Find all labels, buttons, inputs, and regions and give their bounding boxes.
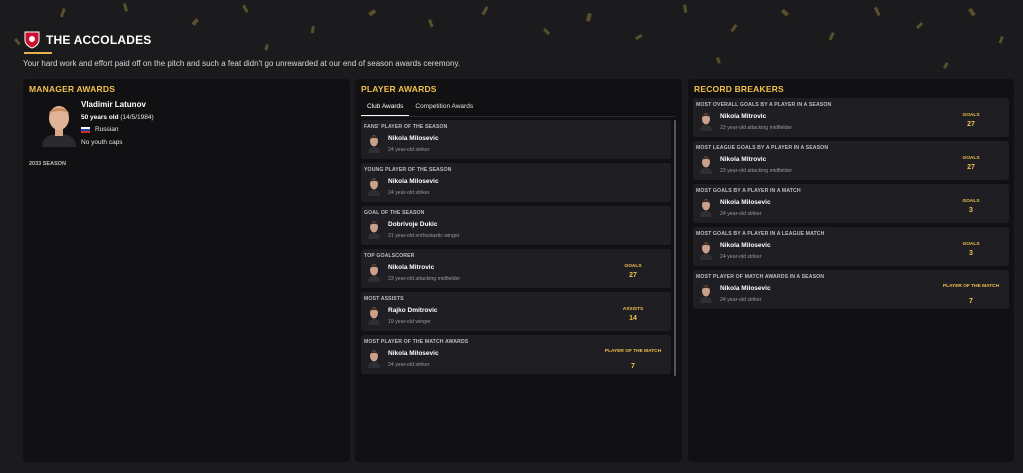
award-label: MOST PLAYER OF THE MATCH AWARDS bbox=[364, 339, 469, 345]
record-card[interactable]: MOST OVERALL GOALS BY A PLAYER IN A SEAS… bbox=[693, 98, 1009, 137]
player-description: 24 year-old striker bbox=[388, 147, 430, 153]
manager-youth-caps: No youth caps bbox=[81, 139, 123, 146]
page-title: THE ACCOLADES bbox=[46, 33, 152, 47]
manager-nationality: Russian bbox=[81, 126, 118, 133]
award-card[interactable]: MOST PLAYER OF THE MATCH AWARDS Nikola Mi… bbox=[361, 335, 671, 374]
player-face bbox=[700, 156, 712, 174]
manager-age: 50 years old (14/5/1984) bbox=[81, 114, 154, 121]
manager-awards-panel: MANAGER AWARDS Vladimir Latunov 50 years… bbox=[23, 79, 350, 462]
manager-name: Vladimir Latunov bbox=[81, 100, 146, 109]
page-header: THE ACCOLADES bbox=[24, 28, 152, 52]
record-card[interactable]: MOST GOALS BY A PLAYER IN A LEAGUE MATCH… bbox=[693, 227, 1009, 266]
manager-season-label: 2033 SEASON bbox=[29, 161, 66, 167]
title-underline bbox=[24, 52, 52, 54]
stat-label: GOALS bbox=[962, 156, 980, 161]
player-face bbox=[368, 264, 380, 282]
page-subtitle: Your hard work and effort paid off on th… bbox=[23, 59, 461, 68]
stat-label: GOALS bbox=[962, 242, 980, 247]
award-card[interactable]: TOP GOALSCORER Nikola Mitrovic 23 year-old… bbox=[361, 249, 671, 288]
club-badge-icon bbox=[24, 31, 40, 49]
record-breakers-panel: RECORD BREAKERS MOST OVERALL GOALS BY A … bbox=[688, 79, 1014, 462]
award-label: MOST PLAYER OF MATCH AWARDS IN A SEASON bbox=[696, 274, 825, 280]
player-description: 24 year-old striker bbox=[720, 211, 762, 217]
russia-flag-icon bbox=[81, 126, 90, 133]
manager-awards-title: MANAGER AWARDS bbox=[29, 84, 116, 94]
award-label: TOP GOALSCORER bbox=[364, 253, 415, 259]
stat-value: 3 bbox=[969, 207, 973, 214]
player-name[interactable]: Nikola Milosevic bbox=[720, 199, 771, 206]
player-description: 19 year-old winger bbox=[388, 319, 431, 325]
player-face bbox=[700, 242, 712, 260]
player-face bbox=[368, 135, 380, 153]
player-face bbox=[368, 307, 380, 325]
award-card[interactable]: MOST ASSISTS Rajko Dmitrovic 19 year-old w… bbox=[361, 292, 671, 331]
record-card[interactable]: MOST LEAGUE GOALS BY A PLAYER IN A SEASO… bbox=[693, 141, 1009, 180]
award-list-scrollbar[interactable] bbox=[674, 120, 676, 376]
player-description: 24 year-old striker bbox=[388, 190, 430, 196]
stat-value: 7 bbox=[631, 363, 635, 370]
player-awards-panel: PLAYER AWARDS Club Awards Competition Aw… bbox=[355, 79, 682, 462]
stat-label: GOALS bbox=[962, 113, 980, 118]
stat-value: 3 bbox=[969, 250, 973, 257]
player-awards-title: PLAYER AWARDS bbox=[361, 84, 437, 94]
award-card[interactable]: GOAL OF THE SEASON Dobrivoje Dukic 21 year… bbox=[361, 206, 671, 245]
tab-competition-awards[interactable]: Competition Awards bbox=[409, 99, 479, 116]
award-card[interactable]: FANS' PLAYER OF THE SEASON Nikola Milosev… bbox=[361, 120, 671, 159]
stat-value: 27 bbox=[629, 272, 637, 279]
player-name[interactable]: Nikola Mitrovic bbox=[720, 156, 766, 163]
player-name[interactable]: Nikola Milosevic bbox=[388, 135, 439, 142]
player-name[interactable]: Nikola Milosevic bbox=[720, 242, 771, 249]
player-face bbox=[700, 199, 712, 217]
tabs-divider bbox=[361, 116, 675, 117]
award-card[interactable]: YOUNG PLAYER OF THE SEASON Nikola Milosev… bbox=[361, 163, 671, 202]
award-label: MOST LEAGUE GOALS BY A PLAYER IN A SEASO… bbox=[696, 145, 829, 151]
player-name[interactable]: Nikola Milosevic bbox=[720, 285, 771, 292]
award-label: MOST GOALS BY A PLAYER IN A LEAGUE MATCH bbox=[696, 231, 825, 237]
player-description: 23 year-old attacking midfielder bbox=[388, 276, 461, 282]
player-name[interactable]: Nikola Mitrovic bbox=[388, 264, 434, 271]
player-name[interactable]: Dobrivoje Dukic bbox=[388, 221, 437, 228]
stat-label: GOALS bbox=[624, 264, 642, 269]
award-label: GOAL OF THE SEASON bbox=[364, 210, 425, 216]
player-face bbox=[368, 221, 380, 239]
player-face bbox=[368, 350, 380, 368]
stat-value: 27 bbox=[967, 121, 975, 128]
award-label: MOST OVERALL GOALS BY A PLAYER IN A SEAS… bbox=[696, 102, 832, 108]
award-tabs: Club Awards Competition Awards bbox=[361, 99, 479, 116]
player-name[interactable]: Rajko Dmitrovic bbox=[388, 307, 438, 314]
stat-label: PLAYER OF THE MATCH bbox=[604, 349, 662, 354]
player-face bbox=[368, 178, 380, 196]
record-card[interactable]: MOST PLAYER OF MATCH AWARDS IN A SEASON N… bbox=[693, 270, 1009, 309]
record-list: MOST OVERALL GOALS BY A PLAYER IN A SEAS… bbox=[693, 98, 1009, 358]
award-label: YOUNG PLAYER OF THE SEASON bbox=[364, 167, 452, 173]
player-name[interactable]: Nikola Milosevic bbox=[388, 178, 439, 185]
tab-club-awards[interactable]: Club Awards bbox=[361, 99, 410, 116]
stat-label: ASSISTS bbox=[622, 307, 644, 312]
stat-value: 27 bbox=[967, 164, 975, 171]
player-name[interactable]: Nikola Mitrovic bbox=[720, 113, 766, 120]
player-award-list[interactable]: FANS' PLAYER OF THE SEASON Nikola Milosev… bbox=[361, 120, 671, 451]
record-card[interactable]: MOST GOALS BY A PLAYER IN A MATCH Nikola … bbox=[693, 184, 1009, 223]
stat-label: GOALS bbox=[962, 199, 980, 204]
player-face bbox=[700, 113, 712, 131]
player-description: 24 year-old striker bbox=[720, 254, 762, 260]
award-label: MOST ASSISTS bbox=[364, 296, 404, 302]
player-description: 23 year-old attacking midfielder bbox=[720, 168, 793, 174]
player-name[interactable]: Nikola Milosevic bbox=[388, 350, 439, 357]
stat-value: 7 bbox=[969, 298, 973, 305]
stat-label: PLAYER OF THE MATCH bbox=[942, 284, 1000, 289]
stat-value: 14 bbox=[629, 315, 637, 322]
player-description: 24 year-old striker bbox=[388, 362, 430, 368]
player-description: 23 year-old attacking midfielder bbox=[720, 125, 793, 131]
record-breakers-title: RECORD BREAKERS bbox=[694, 84, 784, 94]
player-description: 24 year-old striker bbox=[720, 297, 762, 303]
player-description: 21 year-old enthusiastic winger bbox=[388, 233, 460, 239]
manager-avatar bbox=[42, 106, 76, 147]
award-label: FANS' PLAYER OF THE SEASON bbox=[364, 124, 448, 130]
player-face bbox=[700, 285, 712, 303]
award-label: MOST GOALS BY A PLAYER IN A MATCH bbox=[696, 188, 801, 194]
